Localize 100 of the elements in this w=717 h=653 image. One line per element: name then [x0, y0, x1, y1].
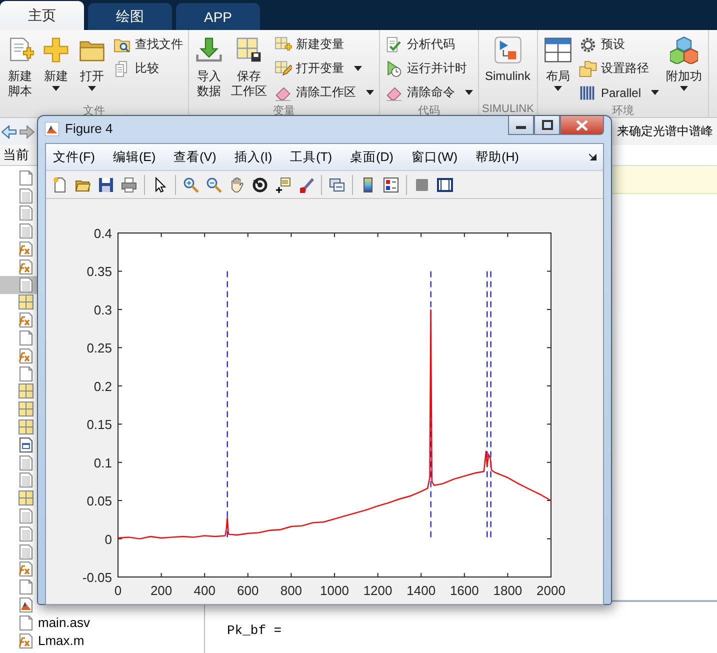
- zoom-out-icon[interactable]: [206, 176, 222, 192]
- tick-label: 1400: [406, 583, 436, 598]
- link-icon[interactable]: [329, 176, 345, 192]
- document-icon: [18, 544, 34, 560]
- group-label: SIMULINK: [482, 103, 534, 117]
- plus-icon: [42, 36, 70, 64]
- tab[interactable]: 主页: [0, 1, 84, 30]
- menu-item[interactable]: 查看(V): [174, 148, 216, 166]
- blank-page-icon: [18, 330, 34, 346]
- floppy-icon[interactable]: [98, 176, 114, 192]
- new-file-icon[interactable]: [52, 176, 68, 192]
- blank-page-icon: [18, 170, 34, 186]
- ribbon-button[interactable]: Simulink: [482, 34, 534, 86]
- dock-arrow-icon[interactable]: [589, 153, 597, 161]
- minimize-button[interactable]: [508, 116, 534, 135]
- document-icon: [18, 276, 34, 293]
- tab[interactable]: 绘图: [88, 3, 172, 30]
- document-icon: [18, 508, 34, 524]
- menu-item[interactable]: 帮助(H): [476, 148, 519, 166]
- tick-label: 1600: [450, 583, 479, 598]
- back-arrow-icon[interactable]: [1, 124, 17, 138]
- tick-label: 600: [237, 583, 259, 598]
- tick-label: 0.3: [94, 302, 112, 318]
- ribbon-button[interactable]: 新建变量: [274, 34, 374, 55]
- peak-document-icon: [18, 597, 34, 614]
- tick-label: 800: [280, 583, 302, 598]
- ribbon-button[interactable]: 布局: [540, 34, 575, 93]
- square-icon[interactable]: [414, 176, 430, 192]
- ribbon-button[interactable]: 打开: [75, 34, 109, 93]
- printer-icon[interactable]: [121, 176, 137, 192]
- group-label: 环境: [610, 104, 635, 117]
- blocks-icon: [494, 36, 522, 64]
- grid-icon: [18, 401, 34, 418]
- ribbon-button[interactable]: 预设: [578, 34, 659, 55]
- function-document-icon: [18, 561, 34, 578]
- download-icon: [195, 36, 223, 64]
- group-label: 变量: [272, 104, 296, 117]
- page-check-icon: [385, 36, 403, 54]
- ribbon-button[interactable]: 新建 脚本: [3, 34, 37, 101]
- ribbon-button[interactable]: 分析代码: [385, 34, 473, 55]
- menu-item[interactable]: 桌面(D): [350, 148, 394, 166]
- ribbon-button[interactable]: Parallel: [578, 82, 659, 103]
- frame-icon[interactable]: [437, 176, 453, 192]
- hand-icon[interactable]: [229, 176, 245, 192]
- ribbon-button[interactable]: 清除命令: [385, 82, 473, 103]
- data-cursor-icon[interactable]: [275, 176, 291, 192]
- function-document-icon: [18, 241, 34, 258]
- ribbon-button[interactable]: 新建: [39, 34, 73, 93]
- file-item[interactable]: [0, 276, 37, 294]
- editor-title: 来确定光谱中谱峰: [617, 123, 713, 140]
- legend-icon[interactable]: [383, 176, 399, 192]
- blank-page-icon: [18, 614, 34, 631]
- document-icon: [18, 188, 34, 204]
- menu-item[interactable]: 窗口(W): [411, 148, 458, 166]
- function-document-icon: [18, 312, 34, 328]
- menu-item[interactable]: 文件(F): [53, 148, 95, 166]
- group-label: 代码: [417, 104, 441, 117]
- tick-label: 0.4: [94, 226, 112, 241]
- tick-label: 1800: [493, 583, 522, 598]
- tab[interactable]: APP: [176, 3, 260, 30]
- ribbon-button[interactable]: 设置路径: [578, 58, 659, 79]
- grid-icon: [18, 419, 34, 436]
- ribbon-button[interactable]: 清除工作区: [274, 82, 374, 103]
- file-item[interactable]: Lmax.m: [0, 632, 88, 650]
- close-icon: [576, 120, 588, 130]
- forward-arrow-icon[interactable]: [19, 124, 35, 138]
- grid-save-icon: [235, 36, 263, 64]
- ribbon-button[interactable]: 比较: [113, 58, 183, 79]
- rotate-icon[interactable]: [252, 176, 268, 192]
- file-item[interactable]: main.asv: [0, 614, 94, 632]
- document-icon: [18, 205, 34, 222]
- tick-label: 0: [114, 583, 122, 598]
- ribbon-button[interactable]: 打开变量: [274, 58, 374, 79]
- document-icon: [18, 223, 34, 240]
- ribbon-button[interactable]: 运行并计时: [385, 58, 473, 79]
- ribbon-button[interactable]: 导入 数据: [192, 34, 226, 101]
- menu-item[interactable]: 编辑(E): [112, 148, 156, 166]
- maximize-button[interactable]: [534, 116, 560, 135]
- grid-pencil-icon: [274, 60, 292, 78]
- zoom-in-icon[interactable]: [183, 176, 199, 192]
- window-title: Figure 4: [65, 121, 113, 136]
- ribbon-button[interactable]: 保存 工作区: [228, 34, 270, 101]
- panel-title: 当前: [3, 146, 29, 164]
- gear-icon: [578, 36, 597, 54]
- ribbon-button[interactable]: 查找文件: [113, 34, 183, 55]
- group-label: 文件: [82, 104, 106, 117]
- brush-icon[interactable]: [298, 176, 314, 192]
- ribbon-button[interactable]: 附加功: [663, 34, 705, 93]
- menu-item[interactable]: 工具(T): [290, 148, 332, 166]
- function-document-icon: [18, 348, 34, 364]
- maximize-icon: [542, 120, 552, 130]
- blank-page-icon: [18, 366, 34, 382]
- tick-label: 2000: [536, 583, 566, 598]
- close-button[interactable]: [560, 116, 604, 135]
- document-icon: [18, 454, 34, 471]
- tick-label: 0.15: [86, 417, 112, 432]
- layout-icon: [544, 36, 572, 64]
- tick-label: 0.1: [94, 455, 112, 470]
- menu-item[interactable]: 插入(I): [234, 148, 272, 166]
- function-document-icon: [18, 632, 34, 649]
